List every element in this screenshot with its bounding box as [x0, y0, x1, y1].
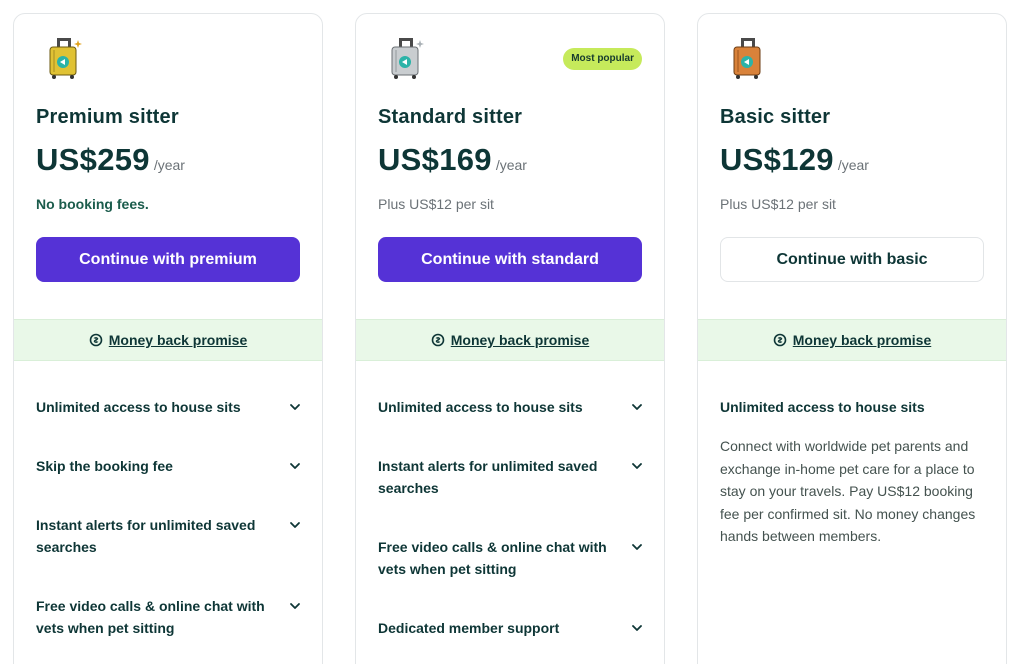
- feature-item[interactable]: Unlimited access to house sits: [378, 396, 644, 418]
- feature-item[interactable]: Skip the booking fee: [36, 455, 302, 477]
- feature-list: Unlimited access to house sits Skip the …: [36, 396, 302, 639]
- plan-price: US$129: [720, 142, 834, 177]
- continue-premium-button[interactable]: Continue with premium: [36, 237, 300, 282]
- money-back-promise-link[interactable]: Money back promise: [793, 332, 932, 348]
- chevron-down-icon: [632, 404, 642, 410]
- plan-period: /year: [495, 157, 527, 173]
- fee-note: No booking fees.: [36, 196, 149, 212]
- luggage-icon: [733, 38, 761, 79]
- feature-item[interactable]: Instant alerts for unlimited saved searc…: [36, 514, 302, 558]
- plan-title: Premium sitter: [36, 106, 179, 128]
- money-back-icon: [89, 333, 103, 347]
- money-back-icon: [431, 333, 445, 347]
- feature-label: Instant alerts for unlimited saved searc…: [378, 458, 598, 496]
- feature-label: Unlimited access to house sits: [378, 399, 583, 415]
- chevron-down-icon: [290, 522, 300, 528]
- continue-standard-button[interactable]: Continue with standard: [378, 237, 642, 282]
- feature-list: Unlimited access to house sits Instant a…: [378, 396, 644, 639]
- plan-price: US$169: [378, 142, 492, 177]
- feature-item[interactable]: Instant alerts for unlimited saved searc…: [378, 455, 644, 499]
- chevron-down-icon: [290, 603, 300, 609]
- luggage-icon: [49, 38, 82, 79]
- feature-item[interactable]: Free video calls & online chat with vets…: [36, 595, 302, 639]
- money-back-icon: [773, 333, 787, 347]
- continue-basic-button[interactable]: Continue with basic: [720, 237, 984, 282]
- feature-item[interactable]: Unlimited access to house sits: [720, 396, 986, 418]
- chevron-down-icon: [632, 544, 642, 550]
- pricing-cards: Premium sitter US$259 /year No booking f…: [0, 0, 1024, 664]
- plan-card-basic: Basic sitter US$129 /year Plus US$12 per…: [697, 13, 1007, 664]
- plan-card-premium: Premium sitter US$259 /year No booking f…: [13, 13, 323, 664]
- feature-item[interactable]: Unlimited access to house sits: [36, 396, 302, 418]
- fee-note: Plus US$12 per sit: [720, 196, 836, 212]
- feature-label: Free video calls & online chat with vets…: [378, 539, 607, 577]
- plan-period: /year: [837, 157, 869, 173]
- feature-label: Unlimited access to house sits: [720, 399, 925, 415]
- money-back-promise-band: Money back promise: [14, 319, 322, 361]
- feature-label: Unlimited access to house sits: [36, 399, 241, 415]
- feature-item[interactable]: Dedicated member support: [378, 617, 644, 639]
- feature-label: Free video calls & online chat with vets…: [36, 598, 265, 636]
- feature-item[interactable]: Free video calls & online chat with vets…: [378, 536, 644, 580]
- feature-description: Connect with worldwide pet parents and e…: [720, 438, 976, 544]
- feature-label: Instant alerts for unlimited saved searc…: [36, 517, 256, 555]
- most-popular-badge: Most popular: [563, 48, 642, 70]
- chevron-down-icon: [632, 625, 642, 631]
- feature-label: Dedicated member support: [378, 620, 560, 636]
- luggage-icon: [391, 38, 424, 79]
- money-back-promise-band: Money back promise: [356, 319, 664, 361]
- plan-title: Basic sitter: [720, 106, 831, 128]
- plan-title: Standard sitter: [378, 106, 523, 128]
- price-row: US$169 /year: [378, 142, 527, 178]
- fee-note: Plus US$12 per sit: [378, 196, 494, 212]
- chevron-down-icon: [290, 404, 300, 410]
- money-back-promise-link[interactable]: Money back promise: [451, 332, 590, 348]
- chevron-down-icon: [290, 463, 300, 469]
- money-back-promise-link[interactable]: Money back promise: [109, 332, 248, 348]
- plan-period: /year: [153, 157, 185, 173]
- feature-label: Skip the booking fee: [36, 458, 173, 474]
- price-row: US$129 /year: [720, 142, 869, 178]
- plan-card-standard: Most popular Standard sitter US$169 /yea…: [355, 13, 665, 664]
- chevron-down-icon: [632, 463, 642, 469]
- feature-list: Unlimited access to house sits Connect w…: [720, 396, 986, 548]
- money-back-promise-band: Money back promise: [698, 319, 1006, 361]
- plan-price: US$259: [36, 142, 150, 177]
- price-row: US$259 /year: [36, 142, 185, 178]
